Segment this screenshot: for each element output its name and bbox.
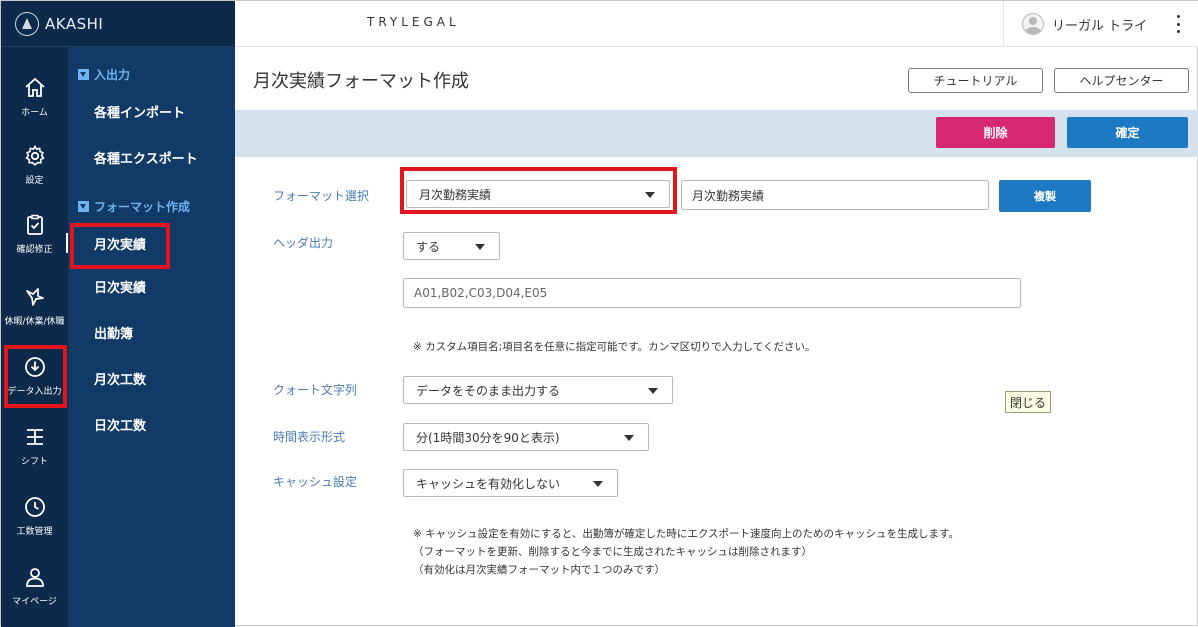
highlight-monthly-results <box>70 223 170 269</box>
chevron-down-icon <box>475 244 485 250</box>
page-title: 月次実績フォーマット作成 <box>253 71 469 92</box>
time-format-value: 分(1時間30分を90と表示) <box>416 430 560 445</box>
subnav-item-attendance-book[interactable]: 出勤簿 <box>94 323 133 342</box>
chevron-down-icon <box>648 388 658 394</box>
rail-label-settings: 設定 <box>25 176 44 186</box>
section-header-io-label: 入出力 <box>94 68 131 82</box>
vacation-icon <box>25 288 44 306</box>
rail-item-home[interactable]: ホーム <box>1 64 68 130</box>
quote-label: クォート文字列 <box>273 383 358 397</box>
cache-note-3: （有効化は月次実績フォーマット内で１つのみです） <box>413 564 665 576</box>
shift-icon <box>26 429 43 445</box>
user-menu[interactable]: リーガル トライ <box>1003 1 1198 47</box>
time-format-label: 時間表示形式 <box>273 430 346 444</box>
app-window: AKASHI ホーム 設定 確認修正 休暇/休業/休職 データ入出力 シフト 工… <box>0 0 1198 627</box>
subnav-item-imports[interactable]: 各種インポート <box>94 102 185 121</box>
cache-label: キャッシュ設定 <box>273 475 358 489</box>
collapse-icon <box>78 69 89 80</box>
rail-label-leave: 休暇/休業/休職 <box>4 317 65 327</box>
highlight-data-io <box>4 345 67 408</box>
subnav-item-daily-man-hours[interactable]: 日次工数 <box>94 415 146 434</box>
quote-value: データをそのまま出力する <box>416 383 561 398</box>
rail-item-settings[interactable]: 設定 <box>1 132 68 198</box>
person-icon <box>25 568 44 587</box>
top-header: TRYLEGAL リーガル トライ <box>235 1 1198 47</box>
rail-label-man-hours: 工数管理 <box>16 527 53 537</box>
rail-label-review: 確認修正 <box>16 245 53 255</box>
rail-label-shift: シフト <box>20 457 48 467</box>
delete-button[interactable]: 削除 <box>936 117 1055 148</box>
cache-value: キャッシュを有効化しない <box>416 476 561 491</box>
home-icon <box>24 77 45 97</box>
subnav-item-daily-results[interactable]: 日次実績 <box>94 277 146 296</box>
avatar-icon <box>1022 13 1044 35</box>
help-center-button[interactable]: ヘルプセンター <box>1054 68 1189 93</box>
header-output-label: ヘッダ出力 <box>273 236 334 250</box>
tutorial-button[interactable]: チュートリアル <box>908 68 1043 93</box>
gear-icon <box>24 144 45 166</box>
highlight-format-select <box>400 167 677 214</box>
section-header-format-label: フォーマット作成 <box>94 200 191 214</box>
time-format-select[interactable]: 分(1時間30分を90と表示) <box>403 423 649 451</box>
cache-note-2: （フォーマットを更新、削除すると今までに生成されたキャッシュは削除されます） <box>413 546 812 558</box>
chevron-down-icon <box>624 435 634 441</box>
collapse-icon <box>78 201 89 212</box>
cache-note-1: ※ キャッシュ設定を有効にすると、出勤簿が確定した時にエクスポート速度向上のため… <box>413 528 959 540</box>
header-output-select[interactable]: する <box>403 232 500 260</box>
chevron-down-icon <box>593 481 603 487</box>
rail-item-mypage[interactable]: マイページ <box>1 553 68 619</box>
format-name-input[interactable]: 月次勤務実績 <box>681 180 989 210</box>
logo-text: AKASHI <box>45 15 104 33</box>
custom-items-input[interactable]: A01,B02,C03,D04,E05 <box>403 278 1021 308</box>
subnav-item-monthly-man-hours[interactable]: 月次工数 <box>94 369 146 388</box>
company-name: TRYLEGAL <box>367 15 460 29</box>
rail-item-shift[interactable]: シフト <box>1 413 68 479</box>
app-logo[interactable]: AKASHI <box>15 12 103 36</box>
section-header-io[interactable]: 入出力 <box>78 66 130 83</box>
duplicate-button[interactable]: 複製 <box>999 180 1091 212</box>
rail-item-review[interactable]: 確認修正 <box>1 201 68 267</box>
format-select-label: フォーマット選択 <box>273 189 370 203</box>
header-output-value: する <box>416 239 441 254</box>
close-tooltip[interactable]: 閉じる <box>1005 391 1052 413</box>
confirm-button[interactable]: 確定 <box>1067 117 1188 148</box>
clipboard-check-icon <box>26 214 43 235</box>
akashi-logo-icon <box>15 12 39 36</box>
more-vertical-icon[interactable] <box>1177 15 1181 33</box>
custom-items-note: ※ カスタム項目名;項目名を任意に指定可能です。カンマ区切りで入力してください。 <box>413 341 816 353</box>
logo-bar: AKASHI <box>1 1 235 47</box>
cache-select[interactable]: キャッシュを有効化しない <box>403 469 618 497</box>
subnav-item-exports[interactable]: 各種エクスポート <box>94 148 198 167</box>
clock-icon <box>24 497 45 517</box>
section-header-format[interactable]: フォーマット作成 <box>78 198 190 215</box>
rail-item-man-hours[interactable]: 工数管理 <box>1 483 68 549</box>
user-name: リーガル トライ <box>1052 18 1148 34</box>
rail-item-leave[interactable]: 休暇/休業/休職 <box>1 273 68 339</box>
rail-label-mypage: マイページ <box>12 597 57 607</box>
quote-select[interactable]: データをそのまま出力する <box>403 376 673 404</box>
rail-label-home: ホーム <box>21 108 48 118</box>
